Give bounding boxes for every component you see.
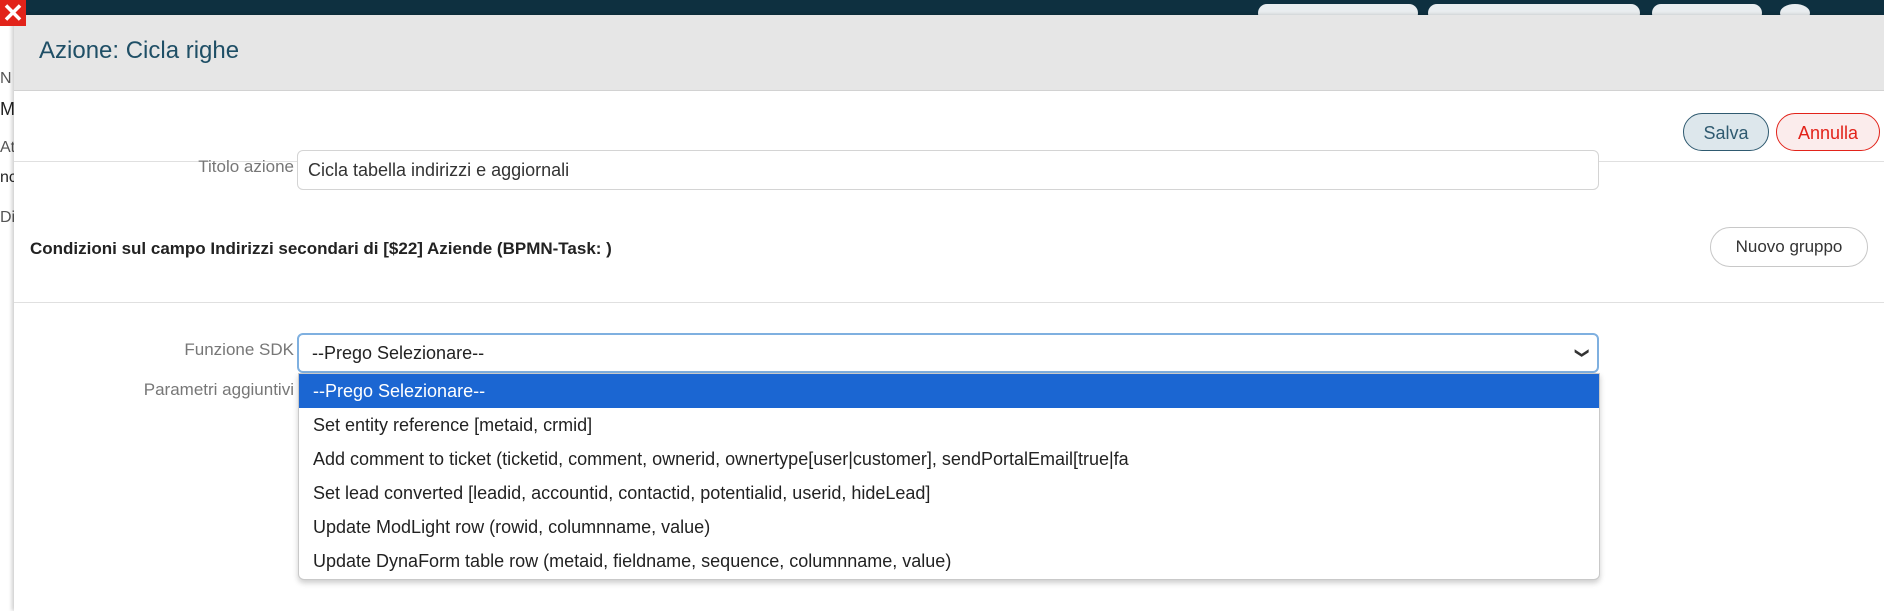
action-modal: Azione: Cicla righe Salva Annulla Titolo…	[14, 15, 1884, 611]
sdk-function-selected-value: --Prego Selezionare--	[312, 343, 485, 363]
conditions-title: Condizioni sul campo Indirizzi secondari…	[30, 239, 612, 258]
background-topbar	[0, 0, 1884, 22]
cancel-button[interactable]: Annulla	[1776, 113, 1880, 151]
new-group-button[interactable]: Nuovo gruppo	[1710, 227, 1868, 267]
sdk-function-dropdown: --Prego Selezionare-- Set entity referen…	[298, 373, 1600, 580]
action-title-input[interactable]: Cicla tabella indirizzi e aggiornali	[297, 150, 1599, 190]
background-text: N	[0, 70, 12, 87]
background-text: At	[0, 139, 16, 156]
dropdown-option[interactable]: Set lead converted [leadid, accountid, c…	[299, 476, 1599, 510]
background-text: Di	[0, 209, 16, 226]
extra-params-label: Parametri aggiuntivi	[143, 380, 294, 399]
close-icon[interactable]: ✕	[0, 0, 26, 26]
dropdown-option[interactable]: Add comment to ticket (ticketid, comment…	[299, 442, 1599, 476]
dropdown-option[interactable]: --Prego Selezionare--	[299, 374, 1599, 408]
chevron-down-icon[interactable]: ❯	[1565, 347, 1601, 359]
dropdown-option[interactable]: Update DynaForm table row (metaid, field…	[299, 544, 1599, 578]
modal-title: Azione: Cicla righe	[39, 37, 240, 64]
action-title-label: Titolo azione	[198, 157, 294, 176]
background-text: M	[0, 99, 15, 119]
sdk-function-select[interactable]: --Prego Selezionare-- ❯	[297, 333, 1599, 373]
save-button[interactable]: Salva	[1683, 113, 1769, 151]
dropdown-option[interactable]: Set entity reference [metaid, crmid]	[299, 408, 1599, 442]
modal-header: Azione: Cicla righe	[14, 15, 1884, 91]
dropdown-option[interactable]: Update ModLight row (rowid, columnname, …	[299, 510, 1599, 544]
sdk-function-label: Funzione SDK	[184, 340, 294, 359]
divider	[14, 302, 1884, 303]
background-sidebar: N M At nc Di	[0, 15, 17, 611]
